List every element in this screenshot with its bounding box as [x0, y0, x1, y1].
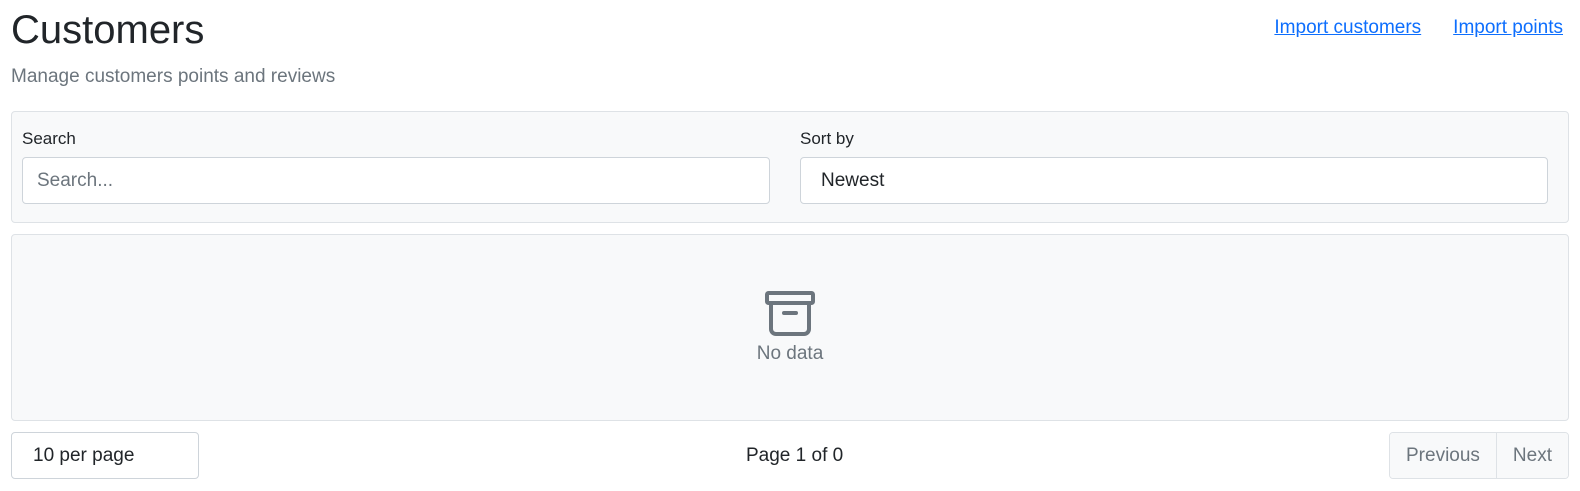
per-page-value: 10 per page [33, 445, 135, 466]
page-title: Customers [11, 8, 205, 52]
sort-label: Sort by [800, 129, 854, 148]
header-actions: Import customers Import points [1274, 15, 1563, 41]
pagination-controls: Previous Next [1389, 432, 1569, 479]
customers-table: No data [11, 234, 1569, 421]
page-subtitle: Manage customers points and reviews [11, 66, 336, 87]
previous-button[interactable]: Previous [1390, 433, 1496, 478]
sort-select[interactable]: Newest [800, 157, 1548, 204]
archive-box-icon [764, 290, 816, 338]
sort-select-value: Newest [821, 170, 885, 191]
per-page-select[interactable]: 10 per page [11, 432, 199, 479]
sort-field: Sort by Newest [800, 128, 1548, 204]
next-button[interactable]: Next [1495, 433, 1568, 478]
search-label: Search [22, 129, 76, 148]
import-points-link[interactable]: Import points [1453, 15, 1563, 41]
empty-message: No data [756, 343, 824, 364]
search-input[interactable] [22, 157, 770, 204]
filter-panel: Search Sort by Newest [11, 111, 1569, 223]
import-customers-link[interactable]: Import customers [1274, 15, 1421, 41]
page-indicator: Page 1 of 0 [746, 445, 844, 466]
search-field: Search [22, 128, 770, 204]
empty-state: No data [12, 290, 1568, 366]
